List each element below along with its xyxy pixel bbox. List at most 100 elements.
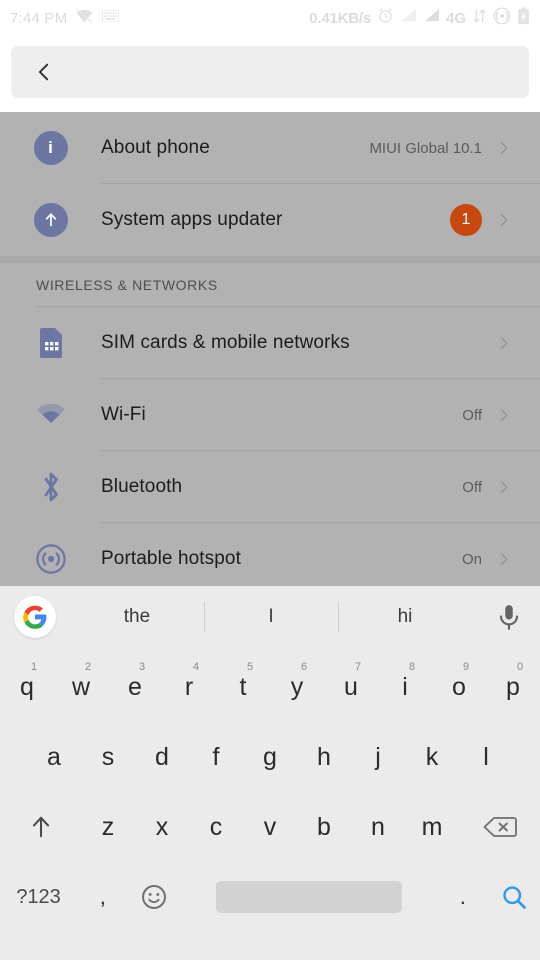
settings-row-label: SIM cards & mobile networks — [101, 332, 350, 353]
network-type: 4G — [445, 9, 466, 27]
key-v[interactable]: v — [243, 792, 297, 862]
svg-text:×: × — [412, 19, 415, 23]
key-g[interactable]: g — [243, 722, 297, 792]
on-screen-keyboard[interactable]: the I hi 1q 2w 3e 4r 5t 6y 7u 8i 9o 0p a… — [0, 586, 540, 960]
key-e[interactable]: 3e — [108, 652, 162, 722]
period-key[interactable]: . — [437, 862, 488, 932]
key-p[interactable]: 0p — [486, 652, 540, 722]
settings-list[interactable]: i About phone MIUI Global 10.1 System ap… — [0, 112, 540, 586]
keyboard-row-1: 1q 2w 3e 4r 5t 6y 7u 8i 9o 0p — [0, 652, 540, 722]
suggestion-list: the I hi — [70, 586, 472, 648]
keyboard-rows: 1q 2w 3e 4r 5t 6y 7u 8i 9o 0p a s d f g … — [0, 648, 540, 932]
emoji-smiley-icon[interactable] — [129, 862, 180, 932]
chevron-right-icon — [496, 212, 512, 228]
suggestion-item[interactable]: the — [70, 586, 204, 648]
search-input[interactable] — [55, 46, 529, 98]
key-i[interactable]: 8i — [378, 652, 432, 722]
hotspot-icon — [0, 543, 101, 575]
key-k[interactable]: k — [405, 722, 459, 792]
status-badge: 1 — [450, 204, 482, 236]
chevron-right-icon — [496, 140, 512, 156]
keyboard-row-4: ?123 , . — [0, 862, 540, 932]
settings-row-sim-cards[interactable]: SIM cards & mobile networks — [0, 307, 540, 379]
key-f[interactable]: f — [189, 722, 243, 792]
key-j[interactable]: j — [351, 722, 405, 792]
settings-row-label: Wi-Fi — [101, 404, 146, 425]
status-bar-right: 0.41KB/s × 4G — [309, 7, 530, 30]
key-l[interactable]: l — [459, 722, 513, 792]
settings-row-system-apps-updater[interactable]: System apps updater 1 — [0, 184, 540, 256]
network-speed: 0.41KB/s — [309, 9, 371, 27]
search-magnifier-icon[interactable] — [489, 862, 540, 932]
key-superscript: 0 — [517, 661, 524, 673]
key-label: r — [184, 672, 194, 701]
back-chevron-icon[interactable] — [33, 61, 55, 83]
key-label: i — [402, 672, 408, 701]
shift-arrow-icon[interactable] — [0, 792, 81, 862]
key-label: e — [128, 672, 142, 701]
settings-row-value: On — [461, 550, 482, 568]
key-superscript: 8 — [409, 661, 416, 673]
keyboard-row-2: a s d f g h j k l — [0, 722, 540, 792]
chevron-right-icon — [496, 551, 512, 567]
settings-row-label: About phone — [101, 137, 210, 158]
settings-row-wifi[interactable]: Wi-Fi Off — [0, 379, 540, 451]
key-b[interactable]: b — [297, 792, 351, 862]
search-bar[interactable] — [11, 46, 529, 98]
key-x[interactable]: x — [135, 792, 189, 862]
google-g-icon[interactable] — [14, 596, 56, 638]
alarm-icon — [377, 7, 394, 29]
key-h[interactable]: h — [297, 722, 351, 792]
search-bar-container — [0, 36, 540, 112]
key-t[interactable]: 5t — [216, 652, 270, 722]
chevron-right-icon — [496, 407, 512, 423]
key-z[interactable]: z — [81, 792, 135, 862]
settings-row-label: Bluetooth — [101, 476, 183, 497]
suggestion-item[interactable]: I — [204, 586, 338, 648]
key-r[interactable]: 4r — [162, 652, 216, 722]
comma-key[interactable]: , — [77, 862, 128, 932]
key-m[interactable]: m — [405, 792, 459, 862]
key-label: u — [344, 672, 358, 701]
key-label: q — [20, 672, 34, 701]
settings-group-wireless-networks: WIRELESS & NETWORKS SIM cards & mobile n… — [0, 263, 540, 586]
phone-screen: 7:44 PM 0.41KB/s × 4G i About phone MIUI… — [0, 0, 540, 960]
sim-card-icon — [0, 327, 101, 359]
key-superscript: 3 — [139, 661, 146, 673]
settings-row-value: Off — [462, 478, 482, 496]
key-u[interactable]: 7u — [324, 652, 378, 722]
key-q[interactable]: 1q — [0, 652, 54, 722]
backspace-icon[interactable] — [459, 792, 540, 862]
settings-group-general: i About phone MIUI Global 10.1 System ap… — [0, 112, 540, 256]
key-superscript: 9 — [463, 661, 470, 673]
space-key[interactable] — [180, 862, 437, 932]
key-superscript: 6 — [301, 661, 308, 673]
key-superscript: 7 — [355, 661, 362, 673]
settings-row-portable-hotspot[interactable]: Portable hotspot On — [0, 523, 540, 586]
key-n[interactable]: n — [351, 792, 405, 862]
keyboard-row-3: z x c v b n m — [0, 792, 540, 862]
key-superscript: 5 — [247, 661, 254, 673]
section-header-wireless: WIRELESS & NETWORKS — [0, 263, 540, 307]
up-arrow-icon-circle — [33, 203, 68, 237]
settings-row-bluetooth[interactable]: Bluetooth Off — [0, 451, 540, 523]
key-label: p — [506, 672, 520, 701]
key-c[interactable]: c — [189, 792, 243, 862]
settings-row-about-phone[interactable]: i About phone MIUI Global 10.1 — [0, 112, 540, 184]
spacebar-surface — [215, 881, 402, 913]
key-a[interactable]: a — [27, 722, 81, 792]
microphone-icon[interactable] — [494, 602, 524, 632]
settings-row-value: Off — [462, 406, 482, 424]
settings-row-label: Portable hotspot — [101, 548, 241, 569]
key-w[interactable]: 2w — [54, 652, 108, 722]
status-bar: 7:44 PM 0.41KB/s × 4G — [0, 0, 540, 36]
key-label: o — [452, 672, 466, 701]
suggestion-item[interactable]: hi — [338, 586, 472, 648]
key-s[interactable]: s — [81, 722, 135, 792]
keyboard-icon — [102, 9, 120, 27]
section-header-label: WIRELESS & NETWORKS — [36, 277, 218, 293]
key-o[interactable]: 9o — [432, 652, 486, 722]
key-y[interactable]: 6y — [270, 652, 324, 722]
key-d[interactable]: d — [135, 722, 189, 792]
symbols-key[interactable]: ?123 — [0, 862, 77, 932]
